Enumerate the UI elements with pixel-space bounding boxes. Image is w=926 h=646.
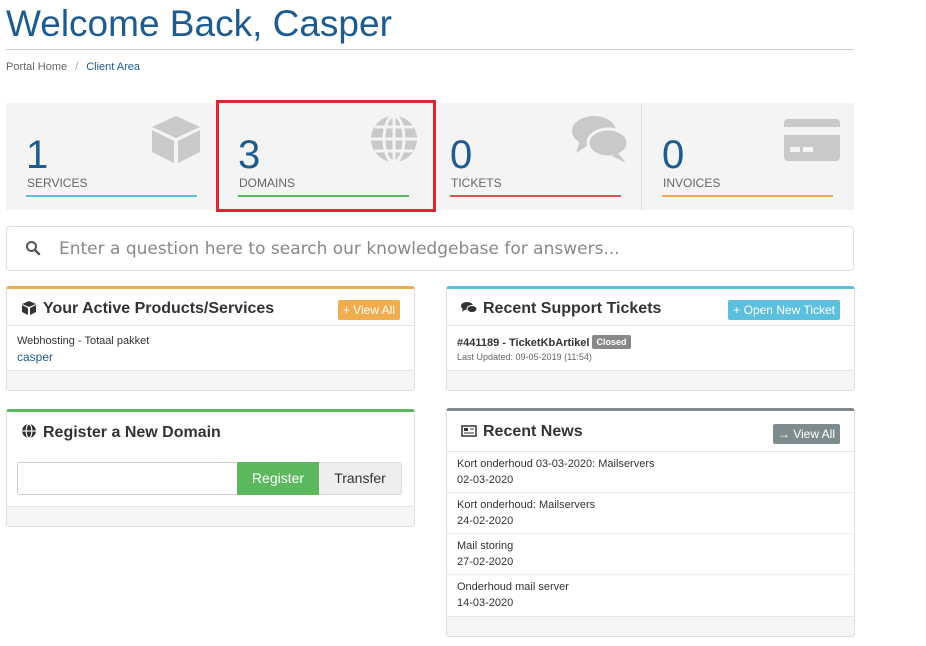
products-panel: Your Active Products/Services + View All… xyxy=(6,286,415,391)
panel-title: Register a New Domain xyxy=(21,423,221,442)
stat-underline xyxy=(26,195,197,197)
panel-footer xyxy=(7,370,414,390)
product-name[interactable]: Webhosting - Totaal pakket xyxy=(17,335,149,347)
panel-footer xyxy=(447,370,854,390)
news-item[interactable]: Kort onderhoud: Mailservers 24-02-2020 xyxy=(447,493,853,534)
stat-count: 0 xyxy=(450,133,473,177)
stat-label: TICKETS xyxy=(451,176,502,190)
product-domain-link[interactable]: casper xyxy=(17,350,53,364)
stat-tile-invoices[interactable]: 0 INVOICES xyxy=(641,103,854,210)
ticket-last-updated: Last Updated: 09-05-2019 (11:54) xyxy=(457,352,592,362)
stats-bar: 1 SERVICES 3 DOMAINS 0 TICKETS 0 INVOICE… xyxy=(6,103,854,210)
breadcrumb-client-area: Client Area xyxy=(86,61,141,73)
breadcrumb-portal-home[interactable]: Portal Home xyxy=(6,61,67,73)
open-new-ticket-button[interactable]: + Open New Ticket xyxy=(728,300,840,320)
stat-underline xyxy=(238,195,409,197)
stat-tile-domains[interactable]: 3 DOMAINS xyxy=(218,103,430,210)
news-item[interactable]: Kort onderhoud 03-03-2020: Mailservers 0… xyxy=(447,452,853,493)
panel-title: Your Active Products/Services xyxy=(21,300,274,318)
panel-header: Register a New Domain xyxy=(7,412,414,448)
panel-footer xyxy=(447,616,854,636)
stat-tile-tickets[interactable]: 0 TICKETS xyxy=(430,103,642,210)
news-panel: Recent News → View All Kort onderhoud 03… xyxy=(446,408,855,637)
ticket-subject: #441189 - TicketKbArtikel xyxy=(457,337,590,349)
panel-header: Recent Support Tickets + Open New Ticket xyxy=(447,289,854,326)
globe-icon xyxy=(21,423,37,439)
news-title: Kort onderhoud: Mailservers xyxy=(457,499,596,511)
breadcrumb-separator: / xyxy=(75,61,79,73)
news-date: 02-03-2020 xyxy=(457,474,514,486)
stat-count: 3 xyxy=(238,133,261,177)
kb-search-input[interactable] xyxy=(57,235,841,263)
news-title: Onderhoud mail server xyxy=(457,581,569,593)
credit-card-icon xyxy=(782,113,842,165)
search-icon xyxy=(25,240,41,256)
panel-footer xyxy=(7,506,414,526)
stat-underline xyxy=(450,195,621,197)
register-button[interactable]: Register xyxy=(237,462,319,495)
status-badge: Closed xyxy=(592,335,631,349)
view-all-products-button[interactable]: + View All xyxy=(337,300,400,320)
stat-label: DOMAINS xyxy=(239,176,296,190)
tickets-panel: Recent Support Tickets + Open New Ticket… xyxy=(446,286,855,391)
stat-underline xyxy=(662,195,833,197)
view-all-news-button[interactable]: → View All xyxy=(772,424,840,444)
cube-icon xyxy=(146,113,206,165)
news-date: 14-03-2020 xyxy=(457,597,514,609)
comments-icon xyxy=(461,301,478,315)
panel-header: Your Active Products/Services + View All xyxy=(7,289,414,326)
kb-search-bar xyxy=(6,226,854,271)
panel-header: Recent News → View All xyxy=(447,411,854,452)
stat-count: 1 xyxy=(26,133,49,177)
transfer-button[interactable]: Transfer xyxy=(319,462,402,495)
news-title: Mail storing xyxy=(457,540,514,552)
panel-title: Recent News xyxy=(461,423,583,441)
register-domain-panel: Register a New Domain Register Transfer xyxy=(6,409,415,527)
news-date: 27-02-2020 xyxy=(457,556,514,568)
news-item[interactable]: Onderhoud mail server 14-03-2020 xyxy=(447,575,853,615)
cube-icon xyxy=(21,301,37,315)
newspaper-icon xyxy=(461,424,477,438)
comments-icon xyxy=(570,113,630,165)
news-date: 24-02-2020 xyxy=(457,515,514,527)
domain-search-input[interactable] xyxy=(17,462,236,495)
news-item[interactable]: Mail storing 27-02-2020 xyxy=(447,534,853,575)
stat-label: SERVICES xyxy=(27,176,88,190)
globe-icon xyxy=(368,113,420,165)
stat-tile-services[interactable]: 1 SERVICES xyxy=(6,103,218,210)
stat-count: 0 xyxy=(662,133,685,177)
breadcrumb: Portal Home / Client Area xyxy=(6,61,140,73)
page-title: Welcome Back, Casper xyxy=(6,4,854,50)
stat-label: INVOICES xyxy=(663,176,721,190)
panel-title: Recent Support Tickets xyxy=(461,300,661,318)
ticket-item[interactable]: #441189 - TicketKbArtikel Closed xyxy=(457,335,631,349)
news-title: Kort onderhoud 03-03-2020: Mailservers xyxy=(457,458,655,470)
